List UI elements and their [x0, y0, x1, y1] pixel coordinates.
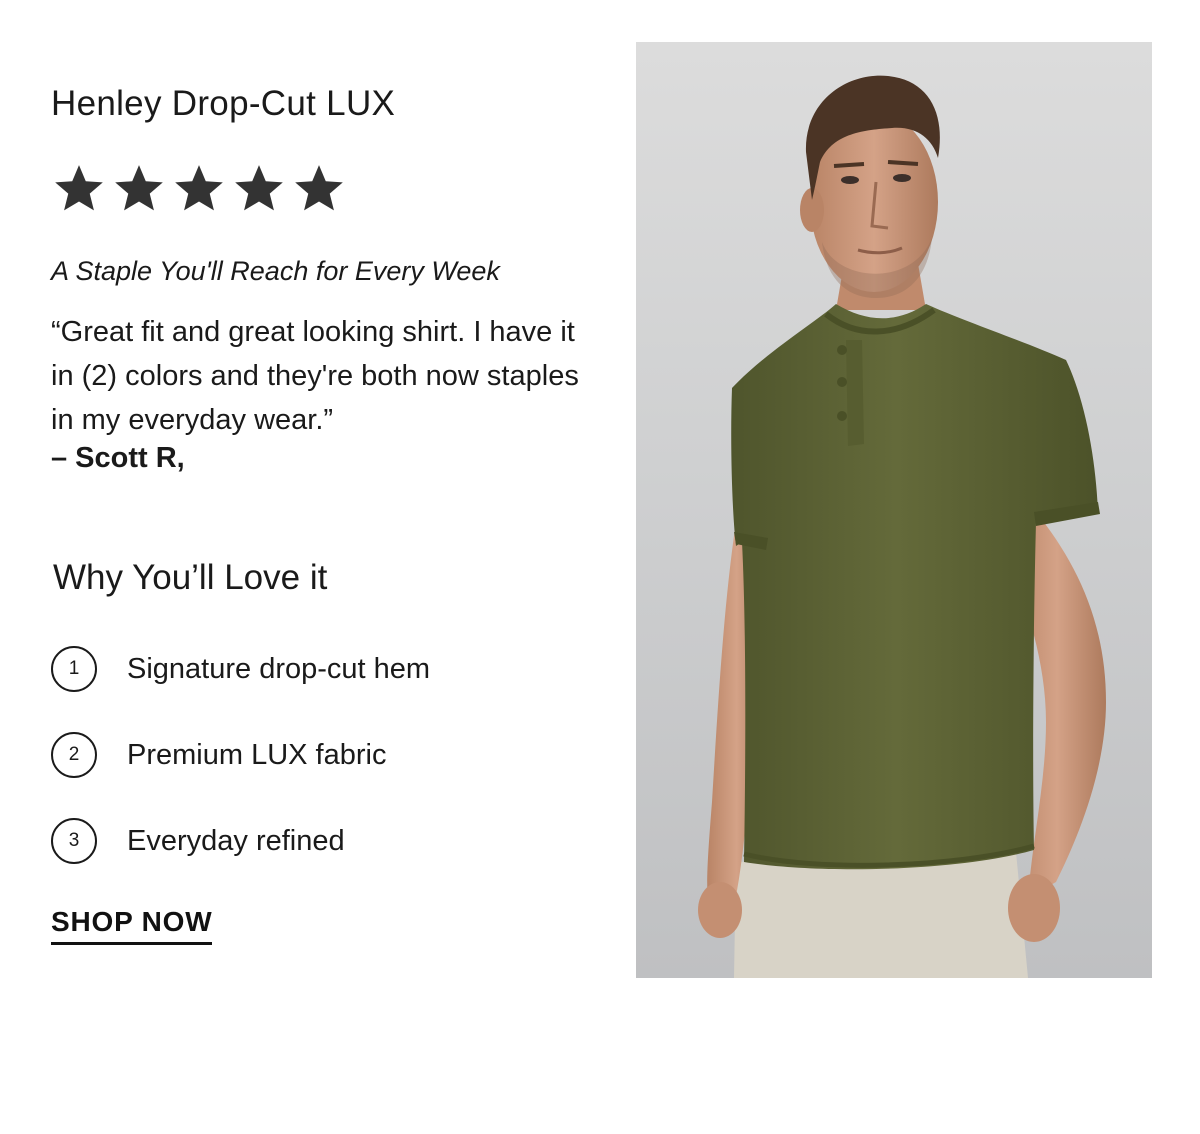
number-badge: 1 [51, 646, 97, 692]
product-tagline: A Staple You'll Reach for Every Week [51, 256, 500, 286]
product-title: Henley Drop-Cut LUX [51, 84, 396, 123]
benefit-item: 2 Premium LUX fabric [51, 730, 430, 780]
star-icon [291, 160, 347, 216]
star-icon [171, 160, 227, 216]
model-photo[interactable] [636, 42, 1152, 978]
review-quote: “Great fit and great looking shirt. I ha… [51, 316, 579, 436]
shop-now-link[interactable]: SHOP NOW [51, 906, 213, 945]
star-icon [231, 160, 287, 216]
why-heading: Why You’ll Love it [53, 558, 328, 597]
model-illustration [698, 75, 1106, 978]
number-badge: 3 [51, 818, 97, 864]
rating-stars [51, 160, 347, 216]
star-icon [111, 160, 167, 216]
benefit-label: Signature drop-cut hem [127, 652, 431, 685]
benefits-list: 1 Signature drop-cut hem 2 Premium LUX f… [51, 644, 430, 902]
benefit-label: Everyday refined [127, 824, 345, 857]
benefit-item: 3 Everyday refined [51, 816, 430, 866]
review-author: – Scott R, [51, 442, 185, 474]
benefit-label: Premium LUX fabric [127, 738, 387, 771]
star-icon [51, 160, 107, 216]
benefit-item: 1 Signature drop-cut hem [51, 644, 430, 694]
number-badge: 2 [51, 732, 97, 778]
